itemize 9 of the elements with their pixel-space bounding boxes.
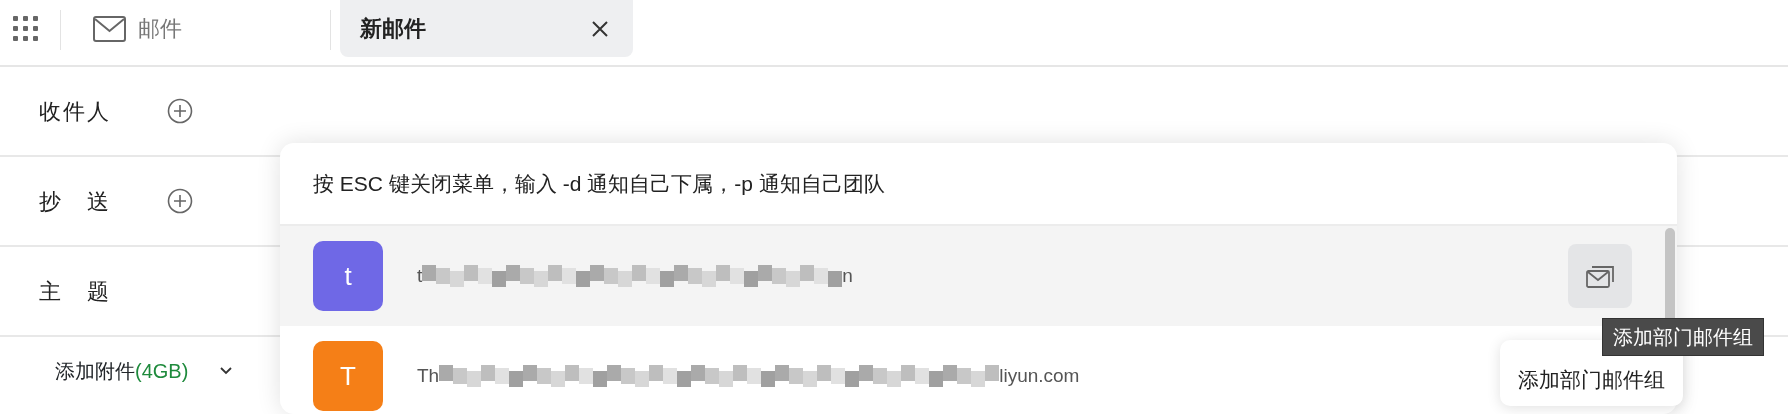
- email-text: n: [842, 263, 853, 288]
- email-text: Th: [417, 363, 440, 388]
- avatar: t: [313, 241, 383, 311]
- field-label: 主 题: [39, 277, 110, 306]
- avatar: T: [313, 341, 383, 411]
- email-text: t: [417, 263, 423, 288]
- field-label: 收件人: [39, 97, 110, 126]
- email-text: liyun.com: [999, 363, 1080, 388]
- field-label: 抄 送: [39, 187, 110, 216]
